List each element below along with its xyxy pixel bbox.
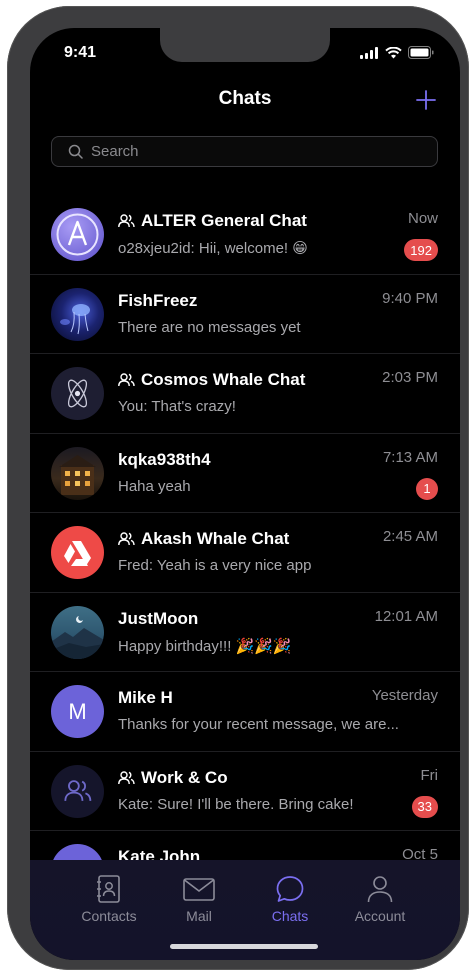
tab-label: Contacts [81,908,137,924]
chat-last-message: You: That's crazy! [118,398,236,415]
home-indicator [170,944,318,949]
search-icon [68,144,83,159]
phone-frame: 9:41 Chats Search ALTER General Chat o28… [7,6,469,970]
avatar [51,287,104,341]
group-icon [118,373,135,387]
tab-label: Mail [186,908,212,924]
signal-icon [360,46,378,59]
chat-last-message: Fred: Yeah is a very nice app [118,557,312,574]
chat-time: 2:03 PM [382,369,438,386]
chat-bubble-icon [276,876,304,902]
group-icon [118,214,135,228]
new-chat-button[interactable] [414,88,438,112]
chat-list: ALTER General Chat o28xjeu2id: Hii, welc… [30,195,460,911]
tab-account[interactable]: Account [335,874,425,924]
chat-name: Cosmos Whale Chat [118,370,305,390]
avatar [51,526,104,579]
chat-time: 2:45 AM [382,528,438,545]
battery-icon [408,46,434,59]
avatar [51,446,104,500]
chat-name: Mike H [118,688,173,708]
avatar-initial: M [68,698,87,724]
chat-name-label: Akash Whale Chat [141,529,290,548]
contacts-icon [97,875,120,903]
chat-name-label: Work & Co [141,767,228,787]
unread-badge: 1 [416,477,438,500]
chat-last-message: Kate: Sure! I'll be there. Bring cake! [118,795,354,813]
chat-row-akash-whale[interactable]: Akash Whale Chat Fred: Yeah is a very ni… [30,513,460,593]
group-icon [118,770,135,784]
chat-last-message: Happy birthday!!! 🎉🎉🎉 [118,637,292,655]
alter-logo-icon [56,213,99,256]
building-photo-icon [59,454,96,495]
group-icon [118,532,135,546]
chat-name-label: Cosmos Whale Chat [141,370,306,389]
moon-landscape-icon [51,615,104,659]
chat-last-message: There are no messages yet [118,318,301,336]
avatar [51,605,104,659]
chat-time: 9:40 PM [382,289,438,307]
jellyfish-image-icon [60,303,90,334]
user-icon [367,876,393,903]
plus-icon [416,90,436,110]
chat-name: kqka938th4 [118,450,211,470]
avatar [51,367,104,420]
screen: 9:41 Chats Search ALTER General Chat o28… [30,28,460,960]
search-input[interactable] [91,143,391,160]
mail-icon [183,878,215,901]
chat-row-mike-h[interactable]: M Mike H Thanks for your recent message,… [30,672,460,752]
page-title: Chats [218,88,272,109]
chat-row-fishfreez[interactable]: FishFreez There are no messages yet 9:40… [30,275,460,354]
avatar [51,208,104,261]
chat-time: 12:01 AM [374,607,438,625]
chat-time: Yesterday [371,687,438,704]
chat-name-label: FishFreez [118,290,198,310]
status-time: 9:41 [64,44,97,61]
chat-name-label: ALTER General Chat [141,211,307,230]
chat-time: 7:13 AM [382,448,438,466]
wifi-icon [385,46,402,58]
unread-badge: 33 [411,795,438,818]
chat-last-message: o28xjeu2id: Hii, welcome! 😁 [118,240,308,257]
status-icons [360,46,434,59]
chat-last-message: Thanks for your recent message, we are..… [118,716,399,733]
tab-chats[interactable]: Chats [245,874,335,924]
chat-name-label: Mike H [118,688,173,707]
tab-label: Account [354,908,406,924]
chat-time: Fri [420,766,439,784]
chat-name: ALTER General Chat [118,211,307,231]
search-bar[interactable] [51,136,438,167]
notch [160,28,330,62]
tab-label: Chats [271,908,309,924]
chat-name: FishFreez [118,291,197,311]
chat-name: Akash Whale Chat [118,529,289,549]
chat-row-cosmos-whale[interactable]: Cosmos Whale Chat You: That's crazy! 2:0… [30,354,460,434]
group-avatar-icon [63,780,91,801]
chat-row-kqka938th4[interactable]: kqka938th4 Haha yeah 7:13 AM 1 [30,434,460,513]
avatar: M [51,685,104,738]
chat-row-justmoon[interactable]: JustMoon Happy birthday!!! 🎉🎉🎉 12:01 AM [30,593,460,672]
akash-logo-icon [64,541,91,566]
chat-name: Work & Co [118,768,228,788]
chat-row-alter-general[interactable]: ALTER General Chat o28xjeu2id: Hii, welc… [30,195,460,275]
chat-row-work-co[interactable]: Work & Co Kate: Sure! I'll be there. Bri… [30,752,460,831]
avatar [51,764,104,818]
chat-last-message: Haha yeah [118,477,191,495]
chat-name: JustMoon [118,609,198,629]
chat-name-label: JustMoon [118,608,199,628]
chat-time: Now [407,210,438,227]
chat-name-label: kqka938th4 [118,449,211,469]
tab-contacts[interactable]: Contacts [64,874,154,924]
cosmos-atom-icon [67,379,88,408]
tab-mail[interactable]: Mail [154,874,244,924]
unread-badge: 192 [404,239,438,261]
